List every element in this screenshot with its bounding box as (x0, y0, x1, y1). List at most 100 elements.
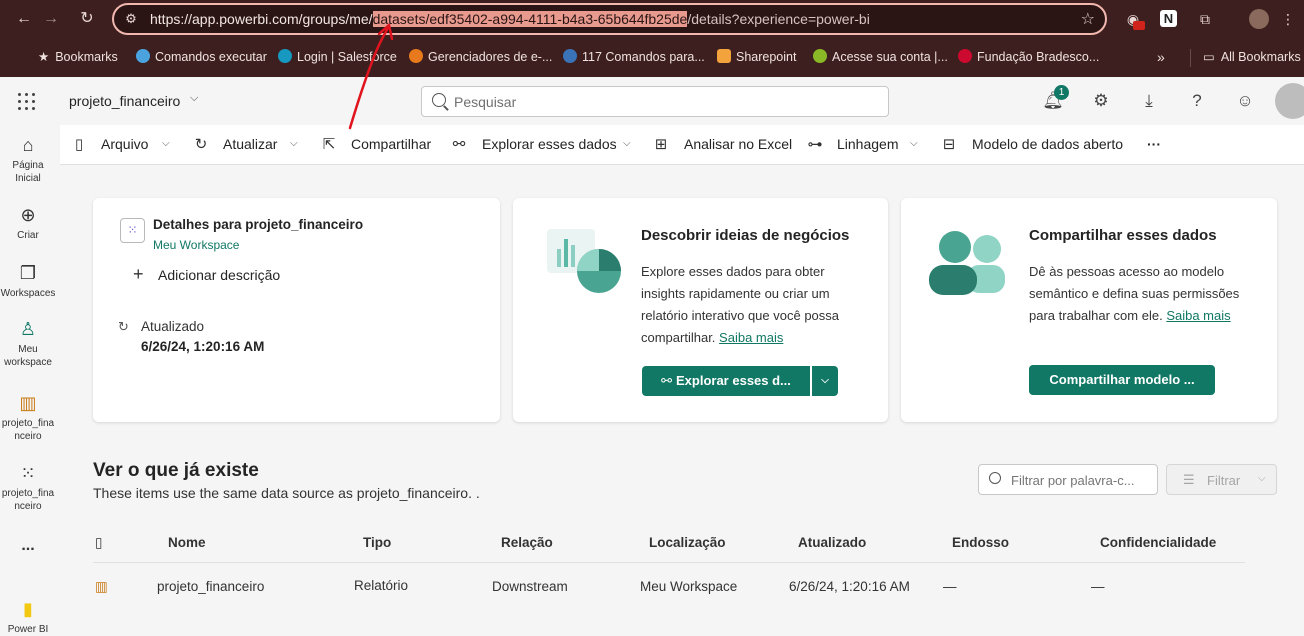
workspace-link[interactable]: Meu Workspace (153, 238, 239, 252)
keyword-filter[interactable] (978, 464, 1158, 495)
bookmark-item[interactable]: 117 Comandos para... (563, 49, 705, 64)
firefox-icon (409, 49, 423, 63)
updated-value: 6/26/24, 1:20:16 AM (141, 339, 265, 354)
modelo-dados-button[interactable]: Modelo de dados aberto (972, 136, 1123, 152)
add-icon[interactable]: + (133, 264, 144, 285)
refresh-icon: ↻ (194, 136, 208, 153)
search-input[interactable] (454, 92, 874, 112)
search-icon (432, 93, 446, 107)
section-subtitle: These items use the same data source as … (93, 485, 480, 501)
chevron-down-icon[interactable]: ⌵ (910, 138, 918, 149)
main-content: ⁙ Detalhes para projeto_financeiro Meu W… (60, 165, 1304, 636)
row-localizacao[interactable]: Meu Workspace (640, 579, 737, 594)
puzzle-extensions-icon[interactable]: ⧉ (1195, 9, 1215, 29)
url-text[interactable]: https://app.powerbi.com/groups/me/datase… (150, 11, 870, 27)
add-description-button[interactable]: Adicionar descrição (158, 267, 280, 283)
learn-more-link[interactable]: Saiba mais (1166, 308, 1230, 323)
bradesco-icon (958, 49, 972, 63)
chevron-down-icon[interactable]: ⌵ (162, 138, 170, 149)
nav-item-home[interactable]: ⌂ Página Inicial (0, 135, 56, 185)
filter-input[interactable] (1011, 471, 1151, 489)
insights-card: Descobrir ideias de negócios Explore ess… (513, 198, 888, 422)
col-atualizado[interactable]: Atualizado (798, 535, 866, 550)
user-avatar[interactable] (1275, 83, 1304, 119)
col-tipo[interactable]: Tipo (363, 535, 391, 550)
powerbi-logo-icon: ▮ (23, 599, 33, 619)
browser-menu-icon[interactable]: ⋮ (1278, 9, 1298, 29)
forward-arrow-icon[interactable]: → (39, 8, 63, 30)
url-highlight: datasets/edf35402-a994-4111-b4a3-65b644f… (372, 11, 688, 27)
data-model-icon: ⊟ (942, 136, 956, 153)
home-icon: ⌂ (22, 135, 34, 155)
share-icon: ⇱ (322, 136, 336, 153)
create-icon: ⊕ (20, 205, 36, 225)
workspaces-icon: ❐ (19, 263, 37, 283)
analisar-excel-button[interactable]: Analisar no Excel (684, 136, 792, 152)
explore-binoculars-icon: ⚯ (661, 373, 672, 388)
back-arrow-icon[interactable]: ← (12, 8, 36, 30)
row-atualizado: 6/26/24, 1:20:16 AM (789, 579, 910, 594)
chevron-down-icon[interactable]: ⌵ (190, 92, 198, 105)
nav-item-my-workspace[interactable]: ♙ Meu workspace (0, 319, 56, 369)
gear-icon[interactable]: ⚙ (1090, 90, 1112, 112)
bookmark-item[interactable]: Acesse sua conta |... (813, 49, 948, 64)
nav-more-icon[interactable]: ... (0, 538, 56, 554)
compartilhar-button[interactable]: Compartilhar (351, 136, 431, 152)
all-bookmarks[interactable]: ▭ All Bookmarks (1203, 49, 1301, 64)
bookmark-item[interactable]: ★ Bookmarks (38, 49, 118, 64)
nav-item-powerbi[interactable]: ▮ Power BI (0, 599, 56, 636)
col-endosso[interactable]: Endosso (952, 535, 1009, 550)
share-text: Dê às pessoas acesso ao modelo semântico… (1029, 264, 1240, 323)
arquivo-menu[interactable]: Arquivo (101, 136, 148, 152)
bookmarks-overflow-icon[interactable]: » (1157, 49, 1165, 65)
chevron-down-icon[interactable]: ⌵ (623, 138, 631, 149)
nav-item-workspaces[interactable]: ❐ Workspaces (0, 263, 56, 300)
app-launcher-icon[interactable] (18, 93, 36, 111)
site-info-icon[interactable]: ⚙ (122, 10, 140, 28)
explorar-button[interactable]: Explorar esses dados (482, 136, 617, 152)
atualizar-button[interactable]: Atualizar (223, 136, 277, 152)
address-bar[interactable]: ⚙ https://app.powerbi.com/groups/me/data… (112, 3, 1107, 35)
nav-item-create[interactable]: ⊕ Criar (0, 205, 56, 242)
file-icon: ▯ (74, 136, 84, 153)
nav-item-semantic-model[interactable]: ⁙ projeto_fina nceiro (0, 463, 56, 513)
bookmark-star-icon[interactable]: ☆ (1081, 9, 1095, 29)
help-icon[interactable]: ? (1186, 90, 1208, 112)
profile-avatar[interactable] (1249, 9, 1269, 29)
col-confidencialidade[interactable]: Confidencialidade (1100, 535, 1216, 550)
learn-more-link[interactable]: Saiba mais (719, 330, 783, 345)
linhagem-button[interactable]: Linhagem (837, 136, 899, 152)
row-nome[interactable]: projeto_financeiro (157, 579, 264, 594)
notion-icon[interactable]: N (1160, 10, 1177, 27)
filter-button[interactable]: ☰ Filtrar ⌵ (1166, 464, 1277, 495)
nav-item-report[interactable]: ▥ projeto_fina nceiro (0, 393, 56, 443)
explore-dropdown-chevron-icon[interactable]: ⌵ (812, 366, 838, 396)
bookmark-item[interactable]: Login | Salesforce (278, 49, 397, 64)
chart-illustration-icon (547, 229, 621, 293)
row-confidencialidade: — (1091, 579, 1105, 594)
reload-icon[interactable]: ↻ (75, 8, 99, 30)
search-box[interactable] (421, 86, 889, 117)
feedback-icon[interactable]: ☺ (1234, 90, 1256, 112)
workspace-name[interactable]: projeto_financeiro (69, 93, 180, 109)
chevron-down-icon[interactable]: ⌵ (290, 138, 298, 149)
col-nome[interactable]: Nome (168, 535, 206, 550)
url-suffix: /details?experience=power-bi (687, 11, 870, 27)
more-options-icon[interactable]: ··· (1147, 136, 1161, 152)
share-model-button[interactable]: Compartilhar modelo ... (1029, 365, 1215, 395)
explore-binoculars-icon: ⚯ (452, 136, 466, 153)
explore-data-button[interactable]: ⚯ Explorar esses d... (642, 366, 810, 396)
file-type-icon: ▯ (95, 535, 103, 550)
col-localizacao[interactable]: Localização (649, 535, 726, 550)
bookmark-item[interactable]: Gerenciadores de e-... (409, 49, 552, 64)
col-relacao[interactable]: Relação (501, 535, 553, 550)
bookmark-item[interactable]: Fundação Bradesco... (958, 49, 1099, 64)
bookmark-item[interactable]: Sharepoint (717, 49, 796, 64)
share-title: Compartilhar esses dados (1029, 227, 1217, 244)
left-nav: ⌂ Página Inicial ⊕ Criar ❐ Workspaces ♙ M… (0, 125, 60, 636)
download-icon[interactable]: ⤓ (1138, 90, 1160, 112)
command-bar: ▯ Arquivo ⌵ ↻ Atualizar ⌵ ⇱ Compartilhar… (60, 125, 1304, 165)
bookmark-item[interactable]: Comandos executar (136, 49, 267, 64)
search-icon (989, 472, 1001, 484)
report-icon: ▥ (95, 579, 108, 594)
